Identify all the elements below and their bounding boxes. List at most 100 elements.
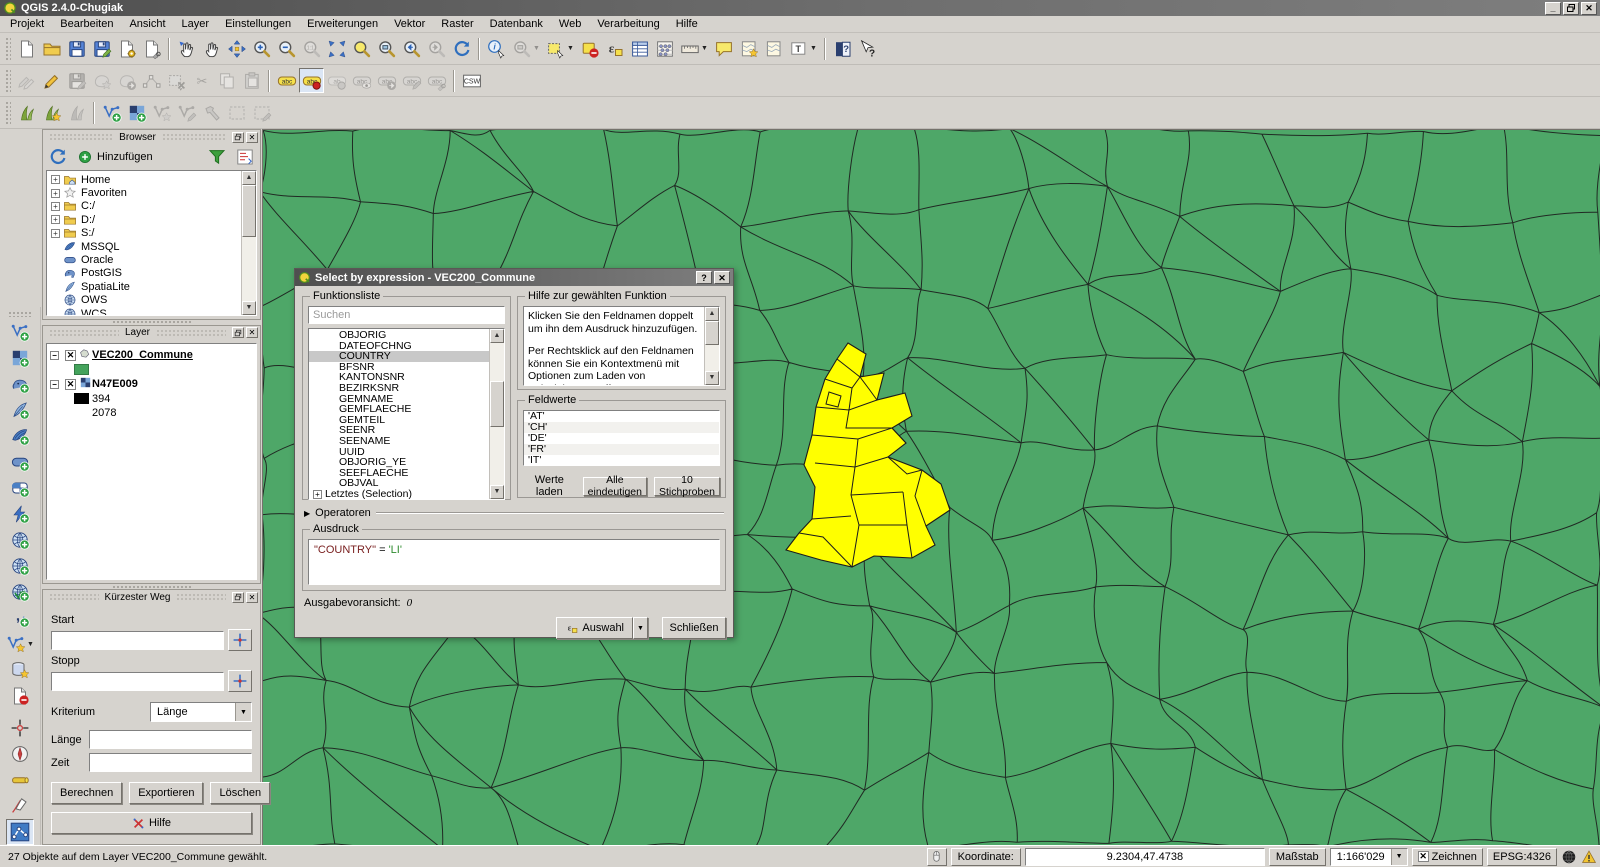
browser-panel-titlebar[interactable]: Browser ✕ (43, 130, 260, 144)
criterion-combo[interactable]: Länge ▼ (150, 702, 252, 722)
operators-group[interactable]: ▶ Operatoren (304, 507, 724, 519)
browser-scrollbar[interactable]: ▲ ▼ (241, 171, 256, 315)
layer-row-n47e009[interactable]: − ✕ N47E009 (47, 377, 256, 392)
pan-to-selection-button[interactable] (224, 36, 249, 61)
browser-item-c-[interactable]: + C:/ (47, 200, 241, 213)
length-input[interactable] (89, 730, 252, 749)
chevron-down-icon[interactable]: ▼ (533, 45, 540, 52)
add-mssql-layer-button[interactable] (6, 423, 34, 449)
browser-item-ows[interactable]: OWS (47, 294, 241, 307)
azimuth-and-distance-button[interactable] (6, 741, 34, 767)
zoom-last-button[interactable] (399, 36, 424, 61)
add-delimited-text-layer-button[interactable]: ,, (6, 605, 34, 631)
profile-tool-button[interactable] (6, 793, 34, 819)
add-sqlanywhere-layer-button[interactable] (6, 501, 34, 527)
whats-this-button[interactable]: ? (855, 36, 880, 61)
menu-raster[interactable]: Raster (433, 17, 481, 31)
scroll-up-icon[interactable]: ▲ (242, 171, 256, 185)
mouse-position-button[interactable] (926, 847, 947, 866)
layer-legend-row[interactable] (47, 362, 256, 377)
add-grass-raster-layer-button[interactable] (124, 100, 149, 125)
sample-button[interactable]: 10 Stichproben (653, 474, 720, 498)
function-list-item[interactable]: GEMTEIL (309, 415, 489, 426)
layer-row-vec200_commune[interactable]: − ✕ VEC200_Commune (47, 348, 256, 363)
add-raster-layer-button[interactable] (6, 345, 34, 371)
scroll-down-icon[interactable]: ▼ (490, 485, 504, 499)
new-print-composer-button[interactable] (114, 36, 139, 61)
restore-button[interactable] (1563, 1, 1579, 15)
menu-hilfe[interactable]: Hilfe (668, 17, 706, 31)
coordinate-capture-button[interactable] (6, 715, 34, 741)
function-search-input[interactable] (308, 306, 505, 324)
function-list-item[interactable]: SEENAME (309, 436, 489, 447)
help-button[interactable]: Hilfe (51, 812, 252, 834)
zoom-to-layer-button[interactable] (374, 36, 399, 61)
pin-unpin-labels-button[interactable]: abc (299, 68, 324, 93)
calculate-button[interactable]: Berechnen (51, 782, 123, 804)
zoom-full-button[interactable] (324, 36, 349, 61)
toolbar-grip[interactable] (5, 36, 11, 61)
toolbar-grip[interactable] (8, 311, 32, 317)
open-attribute-table-button[interactable] (627, 36, 652, 61)
layer-visibility-checkbox[interactable]: ✕ (65, 378, 76, 390)
deselect-all-button[interactable] (577, 36, 602, 61)
chevron-down-icon[interactable]: ▼ (567, 45, 574, 52)
function-list-item[interactable]: DATEOFCHNG (309, 340, 489, 352)
layer-visibility-checkbox[interactable]: ✕ (65, 349, 76, 361)
csw-metasearch-button[interactable]: CSW (459, 68, 484, 93)
menu-web[interactable]: Web (551, 17, 589, 31)
scroll-down-icon[interactable]: ▼ (705, 371, 719, 385)
browser-add-button[interactable]: Hinzufügen (75, 146, 159, 168)
browser-item-favoriten[interactable]: + Favoriten (47, 186, 241, 199)
all-unique-button[interactable]: Alle eindeutigen (582, 474, 647, 498)
add-grass-vector-layer-button[interactable] (99, 100, 124, 125)
browser-item-postgis[interactable]: PostGIS (47, 267, 241, 280)
add-postgis-layer-button[interactable] (6, 371, 34, 397)
chevron-down-icon[interactable]: ▼ (701, 45, 708, 52)
map-tips-button[interactable] (711, 36, 736, 61)
shortest-path-float-button[interactable] (232, 591, 245, 603)
help-contents-button[interactable]: ? (830, 36, 855, 61)
add-oracle-layer-button[interactable] (6, 449, 34, 475)
menu-erweiterungen[interactable]: Erweiterungen (299, 17, 386, 31)
function-list-item[interactable]: GEMFLAECHE (309, 404, 489, 415)
measure-button[interactable]: ▼ (677, 36, 711, 61)
dialog-titlebar[interactable]: Select by expression - VEC200_Commune ? … (295, 269, 733, 286)
identify-features-button[interactable]: i (484, 36, 509, 61)
field-value-item[interactable]: 'AT' (524, 411, 719, 422)
expander-icon[interactable]: + (51, 175, 60, 185)
menu-ansicht[interactable]: Ansicht (121, 17, 173, 31)
new-project-button[interactable] (14, 36, 39, 61)
expander-arrow-icon[interactable]: ▶ (304, 509, 310, 518)
browser-item-spatialite[interactable]: SpatiaLite (47, 280, 241, 293)
browser-item-s-[interactable]: + S:/ (47, 227, 241, 240)
expander-icon[interactable]: + (51, 215, 60, 225)
browser-item-home[interactable]: + Home (47, 173, 241, 186)
messages-button[interactable] (1581, 849, 1597, 865)
close-button[interactable]: ✕ (1581, 1, 1597, 15)
open-project-button[interactable] (39, 36, 64, 61)
expander-icon[interactable]: + (51, 228, 60, 238)
field-calculator-button[interactable] (652, 36, 677, 61)
new-spatialite-layer-button[interactable] (6, 657, 34, 683)
chevron-down-icon[interactable]: ▼ (27, 641, 34, 648)
stop-input[interactable] (51, 671, 224, 691)
browser-item-mssql[interactable]: MSSQL (47, 240, 241, 253)
composer-manager-button[interactable] (139, 36, 164, 61)
select-features-button[interactable]: ▼ (543, 36, 577, 61)
field-value-item[interactable]: 'FR' (524, 444, 719, 455)
function-list-item[interactable]: KANTONSNR (309, 372, 489, 383)
chevron-down-icon[interactable]: ▼ (810, 45, 817, 52)
field-value-item[interactable]: 'CH' (524, 422, 719, 433)
chevron-down-icon[interactable]: ▼ (235, 703, 251, 721)
zoom-out-button[interactable] (274, 36, 299, 61)
browser-item-oracle[interactable]: Oracle (47, 253, 241, 266)
expander-icon[interactable]: − (50, 379, 59, 389)
zoom-to-selection-button[interactable] (349, 36, 374, 61)
dialog-close-action-button[interactable]: Schließen (662, 617, 726, 639)
new-shapefile-layer-button[interactable]: ▼ (6, 631, 34, 657)
time-input[interactable] (89, 753, 252, 772)
browser-item-d-[interactable]: + D:/ (47, 213, 241, 226)
shortest-path-close-button[interactable]: ✕ (246, 591, 259, 603)
shortest-path-titlebar[interactable]: Kürzester Weg ✕ (43, 590, 260, 604)
